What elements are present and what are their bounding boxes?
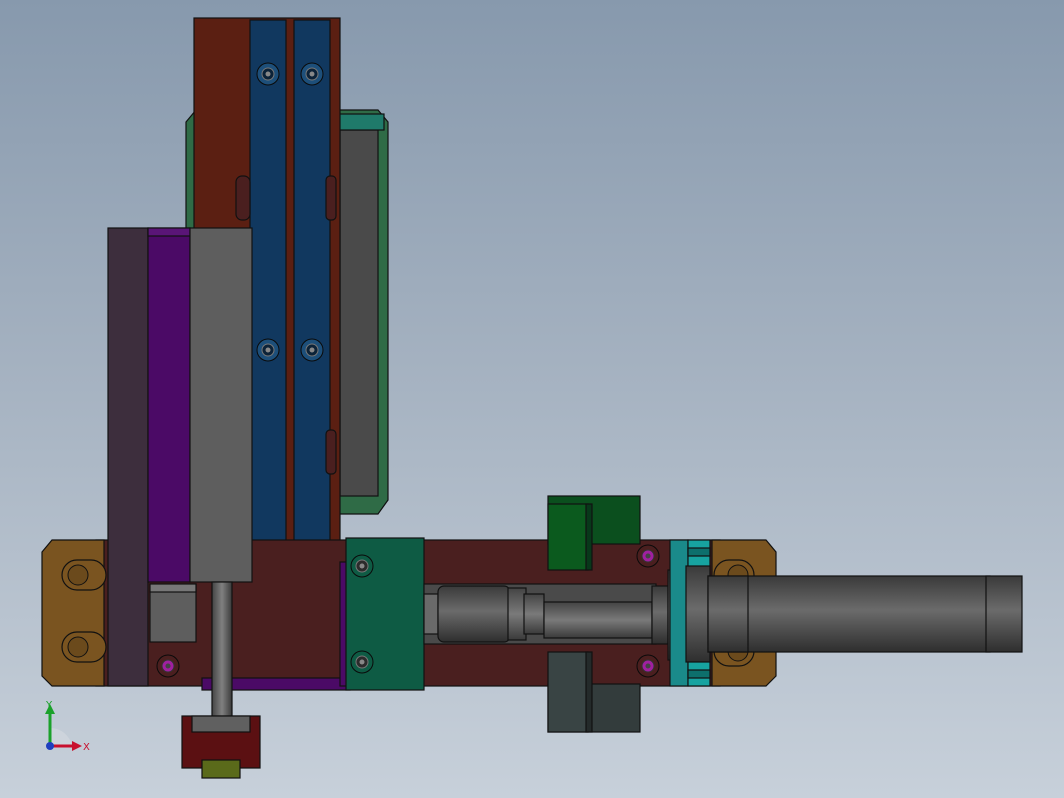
rod-nut-left bbox=[423, 593, 439, 635]
cylinder-mount-ring bbox=[669, 539, 711, 687]
bolt-icon bbox=[256, 62, 280, 86]
carriage-gray-block bbox=[189, 227, 253, 583]
rail-slot-right bbox=[325, 175, 337, 221]
axis-triad-icon: Y X bbox=[45, 700, 90, 753]
bolt-icon bbox=[636, 544, 660, 568]
axis-y-label: Y bbox=[45, 700, 53, 711]
bolt-icon bbox=[256, 338, 280, 362]
push-rod-pad bbox=[201, 759, 241, 779]
cad-viewport[interactable]: Y X bbox=[0, 0, 1064, 798]
cylinder-barrel bbox=[707, 575, 1023, 653]
carriage-lower-block bbox=[149, 583, 197, 643]
left-bracket bbox=[41, 539, 107, 687]
rail-slot-lower bbox=[325, 429, 337, 475]
teal-mount-block bbox=[345, 537, 425, 691]
bolt-icon bbox=[636, 654, 660, 678]
rail-slot-upper bbox=[235, 175, 251, 221]
bolt-icon bbox=[350, 650, 374, 674]
bolt-icon bbox=[156, 654, 180, 678]
axis-x-label: X bbox=[83, 742, 90, 753]
carriage-purple-plate bbox=[147, 227, 191, 583]
bolt-icon bbox=[300, 338, 324, 362]
guide-housing-inner bbox=[339, 129, 379, 497]
guide-housing-cap bbox=[333, 113, 385, 131]
rod-hex-nut bbox=[523, 593, 545, 635]
carriage-back-plate bbox=[107, 227, 149, 687]
bolt-icon bbox=[300, 62, 324, 86]
cylinder-end-cap bbox=[985, 575, 1023, 653]
mechanism-assembly-drawing: Y X bbox=[41, 17, 1023, 779]
piston-rod bbox=[543, 601, 653, 639]
bolt-icon bbox=[350, 554, 374, 578]
rod-coupler bbox=[437, 585, 511, 643]
